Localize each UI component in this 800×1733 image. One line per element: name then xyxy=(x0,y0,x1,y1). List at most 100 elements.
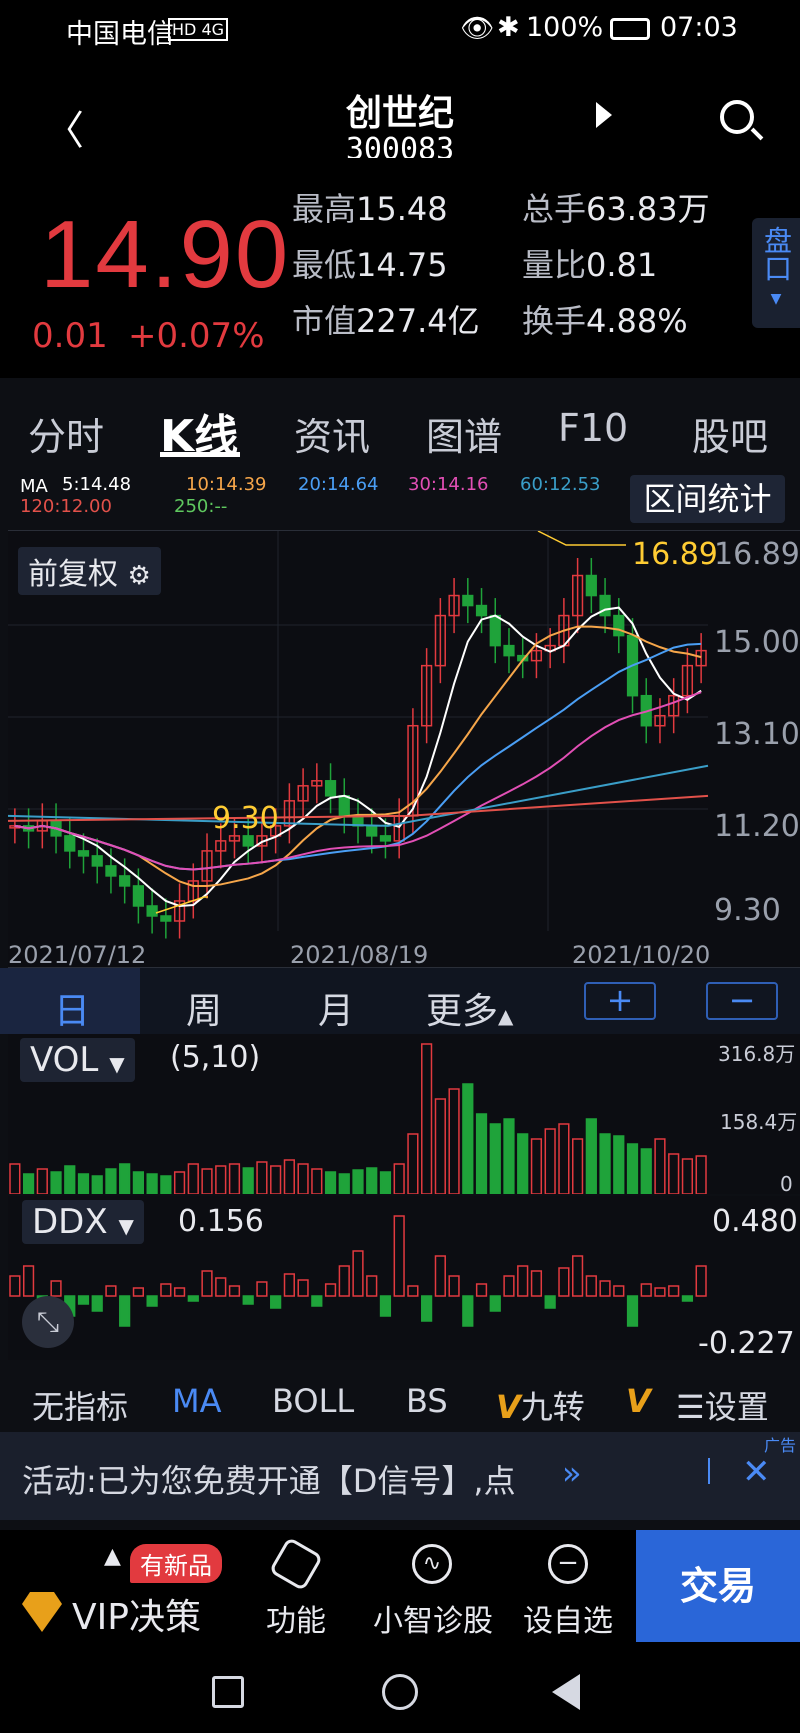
ma-label: MA xyxy=(20,476,48,497)
volume-bar xyxy=(626,1143,639,1194)
status-bar: 中国电信 HD 4G 👁 ✱ 100% 07:03 xyxy=(0,0,800,58)
ddx-bar xyxy=(544,1295,556,1309)
indicator-boll[interactable]: BOLL xyxy=(272,1382,354,1420)
indicator-jiuzhuan[interactable]: V九转 xyxy=(496,1382,585,1428)
indicator-bs[interactable]: BS xyxy=(406,1382,448,1420)
candle xyxy=(599,594,611,617)
volume-bar xyxy=(654,1138,666,1194)
volume-bar xyxy=(503,1118,515,1194)
ddx-bar xyxy=(215,1277,227,1297)
ad-banner[interactable]: 广告 活动:已为您免费开通【D信号】,点 » ✕ xyxy=(0,1432,800,1520)
candle xyxy=(366,825,378,837)
volume-chart[interactable]: VOL ▼ (5,10) 316.8万 158.4万 0 xyxy=(8,1034,800,1196)
ddx-bar xyxy=(407,1285,419,1297)
candle xyxy=(160,915,172,922)
high-marker-label: 16.89 xyxy=(632,537,718,572)
ddx-bar xyxy=(242,1295,254,1305)
candle xyxy=(64,835,76,852)
function-button[interactable]: 功能 xyxy=(236,1536,356,1642)
kline-svg xyxy=(8,531,709,939)
ddx-bar xyxy=(489,1295,501,1312)
volume-bar xyxy=(36,1168,48,1194)
y-tick-1: 16.89 xyxy=(714,537,800,572)
recents-icon[interactable] xyxy=(212,1676,244,1708)
volume-bar xyxy=(517,1133,529,1194)
range-stats-button[interactable]: 区间统计 xyxy=(630,475,785,523)
date-start: 2021/07/12 xyxy=(8,941,147,969)
period-week[interactable]: 周 xyxy=(186,982,222,1034)
minus-circle-icon: − xyxy=(548,1544,588,1584)
ma-line xyxy=(14,606,702,907)
ddx-bar xyxy=(681,1295,694,1302)
network-icon: HD 4G xyxy=(168,18,229,41)
ddx-bar xyxy=(311,1295,323,1307)
add-watchlist-button[interactable]: − 设自选 xyxy=(508,1542,628,1642)
home-icon[interactable] xyxy=(382,1674,418,1710)
carrier: 中国电信 xyxy=(66,19,174,50)
period-day[interactable]: 日 xyxy=(54,982,90,1034)
volume-value: 63.83万 xyxy=(586,190,710,228)
active-tab-indicator xyxy=(160,452,240,457)
zoom-out-button[interactable]: − xyxy=(706,982,778,1020)
candle xyxy=(379,835,392,842)
vol-selector[interactable]: VOL ▼ xyxy=(20,1038,135,1082)
last-price: 14.90 xyxy=(40,201,291,308)
diagnose-button[interactable]: ∿ 小智诊股 xyxy=(366,1542,500,1642)
pankou-button[interactable]: 盘口 ▼ xyxy=(752,218,800,328)
tab-intraday[interactable]: 分时 xyxy=(28,406,104,461)
tab-bar: 分时 K线 资讯 图谱 F10 股吧 xyxy=(0,388,800,468)
period-month[interactable]: 月 xyxy=(318,982,354,1034)
tab-f10[interactable]: F10 xyxy=(558,406,628,450)
ddx-bar xyxy=(22,1265,35,1297)
volume-bar xyxy=(530,1138,543,1194)
high-label: 最高 xyxy=(292,190,357,228)
tab-news[interactable]: 资讯 xyxy=(294,406,370,461)
volume-bar xyxy=(132,1171,145,1194)
up-arrow-icon: ▲ xyxy=(104,1544,121,1569)
ddx-bar xyxy=(256,1281,268,1297)
price-change: 0.01 xyxy=(32,316,108,356)
ddx-bar xyxy=(613,1285,625,1297)
candle xyxy=(338,795,350,817)
period-more[interactable]: 更多▲ xyxy=(426,982,513,1034)
back-nav-icon[interactable] xyxy=(552,1674,580,1710)
settings-button[interactable]: ☰设置 xyxy=(676,1382,769,1428)
volume-bar xyxy=(160,1175,172,1194)
tab-graph[interactable]: 图谱 xyxy=(426,406,502,461)
y-tick-3: 13.10 xyxy=(714,717,800,752)
ddx-bar xyxy=(228,1285,241,1297)
ddx-bar xyxy=(517,1265,529,1297)
ddx-chart[interactable]: DDX ▼ 0.156 0.480 -0.227 ⤡ xyxy=(8,1196,800,1361)
fullscreen-icon[interactable]: ⤡ xyxy=(22,1296,74,1348)
close-icon[interactable]: ✕ xyxy=(742,1452,771,1492)
tab-forum[interactable]: 股吧 xyxy=(692,406,768,461)
y-tick-2: 15.00 xyxy=(714,625,800,660)
eye-icon: 👁 xyxy=(460,13,495,44)
ddx-bar xyxy=(530,1270,543,1297)
candle xyxy=(105,865,117,877)
ddx-selector[interactable]: DDX ▼ xyxy=(22,1200,144,1244)
next-stock-icon[interactable] xyxy=(596,102,612,128)
volume-bar xyxy=(558,1123,570,1194)
stock-header: 〈 创世纪 300083 xyxy=(0,58,800,167)
volume-bar xyxy=(50,1171,62,1194)
search-icon[interactable] xyxy=(720,100,754,134)
ddx-bar xyxy=(626,1295,639,1327)
volume-bar xyxy=(599,1133,611,1194)
indicator-ma[interactable]: MA xyxy=(172,1382,222,1420)
volume-bar xyxy=(256,1161,268,1194)
adjust-mode-button[interactable]: 前复权 ⚙ xyxy=(18,547,161,595)
candle xyxy=(613,614,625,637)
ddx-bar xyxy=(297,1279,309,1297)
trade-button[interactable]: 交易 xyxy=(636,1530,800,1642)
zoom-in-button[interactable]: + xyxy=(584,982,656,1020)
volume-bar xyxy=(434,1098,446,1194)
chevron-down-icon: ▼ xyxy=(118,1214,134,1238)
vip-button[interactable]: VIP决策 xyxy=(20,1588,220,1638)
bottom-toolbar: ▲ 有新品 VIP决策 功能 ∿ 小智诊股 − 设自选 交易 xyxy=(0,1530,800,1652)
ddx-bar xyxy=(379,1295,392,1317)
ddx-bar xyxy=(503,1275,515,1297)
indicator-none[interactable]: 无指标 xyxy=(32,1382,128,1428)
kline-chart[interactable]: 前复权 ⚙ 16.89 9.30 16.89 15.00 13.10 11.20… xyxy=(8,530,800,969)
vip-v-icon: V xyxy=(496,1388,521,1426)
